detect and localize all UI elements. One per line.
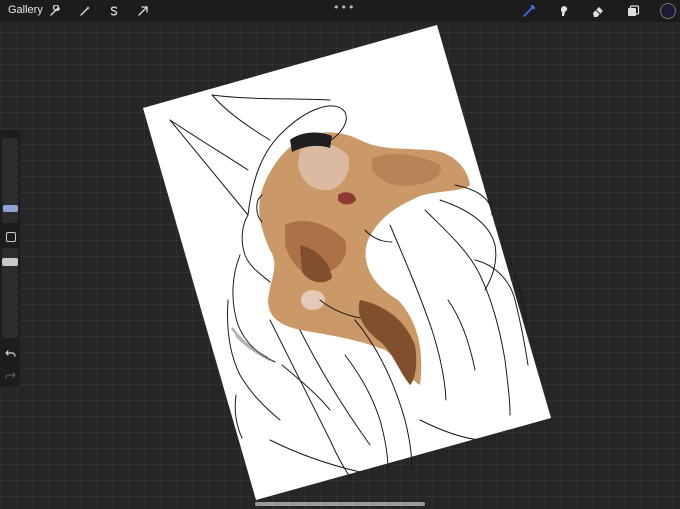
undo-icon[interactable] xyxy=(4,347,16,359)
brush-size-handle[interactable] xyxy=(3,205,18,212)
home-indicator xyxy=(255,502,425,506)
redo-icon[interactable] xyxy=(4,369,16,381)
opacity-handle[interactable] xyxy=(2,258,18,266)
artwork-canvas[interactable] xyxy=(0,0,680,509)
modify-button[interactable] xyxy=(6,232,16,242)
